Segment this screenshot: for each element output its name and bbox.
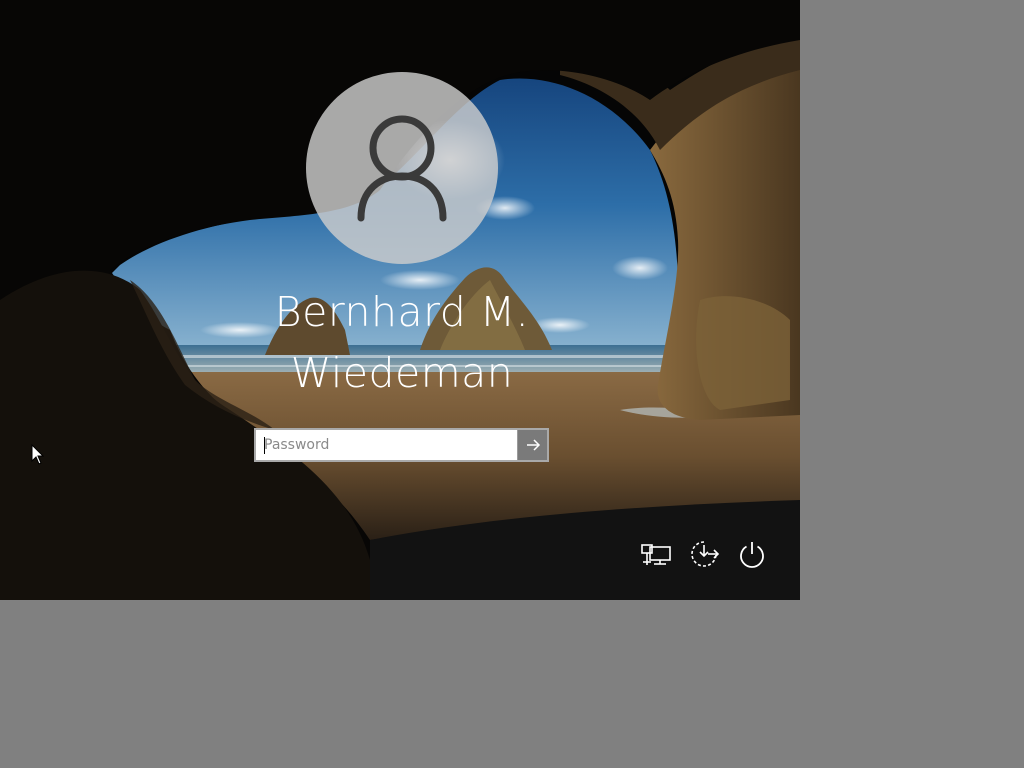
ease-of-access-icon: [691, 541, 720, 567]
network-button[interactable]: [638, 536, 674, 572]
text-caret: [264, 437, 265, 454]
arrow-right-icon: [527, 439, 541, 451]
mouse-pointer-icon: [31, 444, 45, 465]
ease-of-access-button[interactable]: [686, 536, 722, 572]
lock-screen: Bernhard M. Wiedeman: [0, 0, 800, 600]
network-icon: [641, 544, 671, 565]
power-button[interactable]: [734, 536, 770, 572]
power-icon: [740, 542, 764, 568]
submit-button[interactable]: [517, 430, 547, 460]
user-avatar: [306, 72, 498, 264]
user-name: Bernhard M. Wiedeman: [274, 288, 530, 397]
password-box: [254, 428, 549, 462]
user-silhouette-icon: [357, 115, 447, 222]
password-input[interactable]: [256, 430, 517, 460]
